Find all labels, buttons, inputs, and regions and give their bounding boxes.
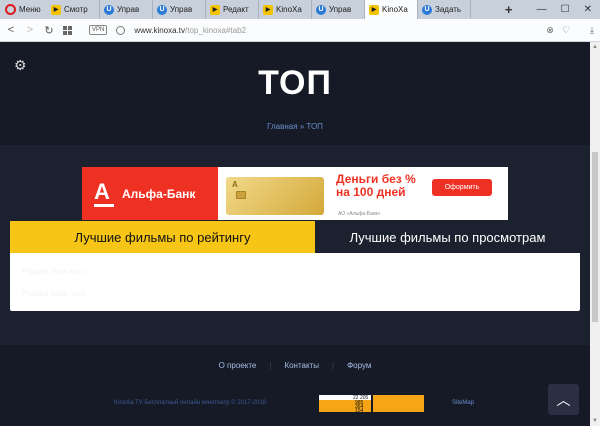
close-window-icon[interactable]: ✕ — [584, 4, 592, 15]
ad-brand: Альфа-Банк — [122, 186, 196, 201]
ad-brand-block: A Альфа-Банк — [82, 167, 218, 220]
scroll-down-icon[interactable]: ▼ — [590, 416, 600, 426]
top-tabs: Лучшие фильмы по рейтингу Лучшие фильмы … — [10, 221, 580, 253]
browser-menu-button[interactable]: Меню — [0, 0, 47, 19]
address-bar: < > ↻ VPN www.kinoxa.tv/top_kinoxa#tab2 … — [0, 19, 600, 42]
visit-counter[interactable]: 22 205 985 364 154 — [319, 395, 371, 414]
hero: ⚙ ТОП Главная » ТОП — [0, 42, 590, 145]
footer: О проекте | Контакты | Форум KinoXa.TV Беспл… — [0, 345, 590, 426]
maximize-icon[interactable]: ☐ — [561, 4, 570, 15]
page-scrollbar[interactable]: ▲ ▼ — [590, 42, 600, 426]
browser-tab-label: Управ — [170, 5, 193, 14]
footer-links: О проекте | Контакты | Форум — [0, 361, 590, 370]
window-controls: — ☐ ✕ — [519, 0, 600, 19]
footer-link[interactable]: О проекте — [206, 361, 270, 370]
url-host: www.kinoxa.tv — [134, 25, 186, 35]
minimize-icon[interactable]: — — [537, 4, 547, 15]
credit-card-image: A — [226, 177, 324, 215]
new-tab-button[interactable]: + — [499, 0, 519, 19]
download-icon[interactable]: ⤓ — [590, 25, 594, 36]
tab-by-views[interactable]: Лучшие фильмы по просмотрам — [315, 221, 580, 253]
globe-icon — [116, 25, 126, 35]
browser-tab[interactable]: ▶ KinoXa — [259, 0, 312, 19]
breadcrumb[interactable]: Главная » ТОП — [0, 122, 590, 131]
vpn-badge[interactable]: VPN — [89, 25, 108, 35]
browser-tab[interactable]: ▶ Редакт — [206, 0, 259, 19]
browser-tab[interactable]: U Задать — [418, 0, 471, 19]
scroll-up-icon[interactable]: ▲ — [590, 42, 600, 52]
browser-tab[interactable]: ▶ KinoXa — [365, 0, 418, 19]
browser-tab[interactable]: ▶ Смотр — [47, 0, 100, 19]
back-icon[interactable]: < — [6, 24, 16, 36]
u-favicon-icon: U — [422, 4, 432, 15]
scroll-to-top-button[interactable]: ︿ — [548, 384, 579, 415]
browser-tab[interactable]: U Управ — [312, 0, 365, 19]
forward-icon[interactable]: > — [25, 24, 35, 36]
footer-copyright: KinoXa.TV Бесплатный онлайн кинотеатр © … — [114, 400, 267, 406]
reload-icon[interactable]: ↻ — [44, 24, 54, 37]
u-favicon-icon: U — [316, 4, 326, 15]
clear-icon[interactable]: ⊗ — [546, 25, 554, 36]
alfa-logo-icon: A — [94, 180, 114, 207]
tab-content: Раздел пока пуст Раздел пока пуст — [10, 253, 580, 311]
heart-icon[interactable]: ♡ — [562, 25, 570, 36]
page-title: ТОП — [258, 64, 332, 102]
play-favicon-icon: ▶ — [263, 4, 273, 15]
browser-tab-label: Задать — [435, 5, 462, 14]
card-chip-icon — [236, 191, 246, 199]
play-favicon-icon: ▶ — [369, 4, 379, 15]
speed-dial-icon[interactable] — [63, 25, 72, 35]
browser-tab[interactable]: U Управ — [100, 0, 153, 19]
play-favicon-icon: ▶ — [210, 4, 220, 15]
u-favicon-icon: U — [157, 4, 167, 15]
opera-logo-icon — [5, 4, 16, 15]
panel-line-2: Раздел пока пуст — [22, 289, 86, 298]
counter-row-3: 154 — [355, 408, 364, 414]
tab-by-rating[interactable]: Лучшие фильмы по рейтингу — [10, 221, 315, 253]
footer-link[interactable]: Форум — [334, 361, 384, 370]
alfa-bank-ad[interactable]: A Альфа-Банк A Деньги без % на 100 дней … — [82, 167, 508, 220]
ad-fine-print: АО «Альфа-Банк» — [338, 211, 381, 217]
browser-tab-label: Редакт — [223, 5, 249, 14]
browser-tab-label: Смотр — [64, 5, 88, 14]
sitemap-link[interactable]: SiteMap — [452, 400, 474, 406]
chevron-up-icon: ︿ — [556, 391, 571, 408]
ad-apply-button[interactable]: Оформить — [432, 179, 492, 196]
browser-tab-label: KinoXa — [382, 5, 408, 14]
menu-label: Меню — [19, 5, 41, 14]
browser-tab-label: Управ — [117, 5, 140, 14]
address-actions: ⊗ ♡ ⤓ — [546, 25, 594, 36]
url-field[interactable]: www.kinoxa.tv/top_kinoxa#tab2 — [134, 26, 537, 35]
url-path: /top_kinoxa#tab2 — [185, 25, 246, 35]
stats-badge[interactable] — [373, 395, 424, 412]
browser-tabbar: Меню ▶ Смотр U Управ U Управ ▶ Редакт ▶ KinoXa U Уп… — [0, 0, 600, 19]
panel-line-1: Раздел пока пуст — [22, 267, 86, 276]
browser-tabs: ▶ Смотр U Управ U Управ ▶ Редакт ▶ KinoXa U Управ ▶ K… — [47, 0, 499, 19]
play-favicon-icon: ▶ — [51, 4, 61, 15]
scrollbar-thumb[interactable] — [592, 152, 598, 322]
u-favicon-icon: U — [104, 4, 114, 15]
page-content: ⚙ ТОП Главная » ТОП A Альфа-Банк A Деньг… — [0, 42, 600, 426]
footer-link[interactable]: Контакты — [271, 361, 332, 370]
browser-tab[interactable]: U Управ — [153, 0, 206, 19]
browser-tab-label: KinoXa — [276, 5, 302, 14]
browser-tab-label: Управ — [329, 5, 352, 14]
